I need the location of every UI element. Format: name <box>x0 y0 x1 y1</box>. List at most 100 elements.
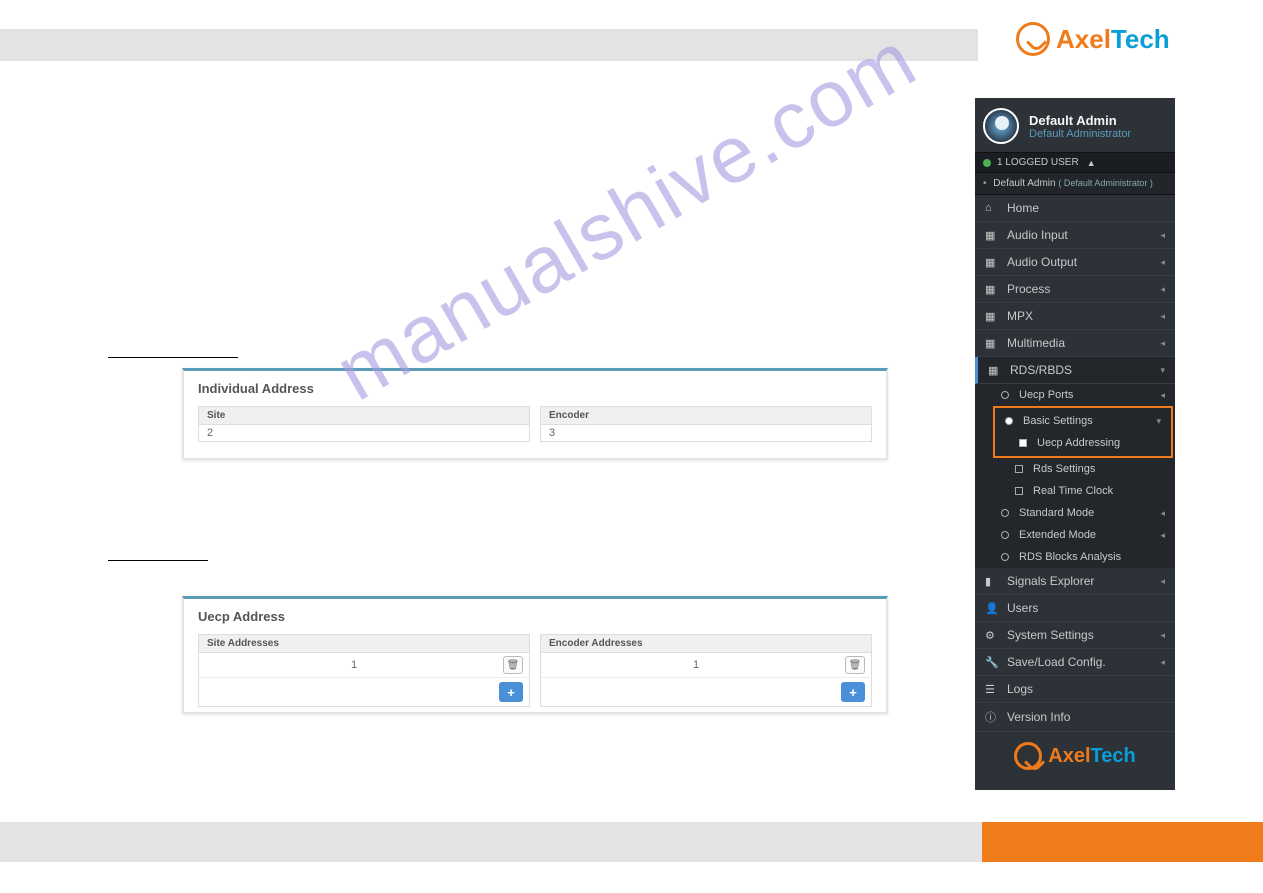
caret-left-icon: ◂ <box>1160 338 1165 349</box>
encoder-address-add-button[interactable]: + <box>841 682 865 702</box>
nav-multimedia[interactable]: ▦Multimedia◂ <box>975 330 1175 357</box>
sidebar-logo-tech: Tech <box>1091 745 1136 768</box>
site-addresses-header: Site Addresses <box>199 635 529 653</box>
caret-left-icon: ◂ <box>1160 311 1165 322</box>
nav-home[interactable]: ⌂Home <box>975 195 1175 222</box>
nav-signals-explorer[interactable]: ▮Signals Explorer◂ <box>975 568 1175 595</box>
section-heading-individual <box>108 357 238 358</box>
caret-down-icon: ▾ <box>1160 365 1165 376</box>
nav-audio-input[interactable]: ▦Audio Input◂ <box>975 222 1175 249</box>
user-box: Default Admin Default Administrator <box>975 98 1175 152</box>
panel2-title: Uecp Address <box>184 599 886 634</box>
nav-rds-blocks[interactable]: RDS Blocks Analysis <box>991 546 1175 568</box>
nav-save-load[interactable]: 🔧Save/Load Config.◂ <box>975 649 1175 676</box>
caret-left-icon: ◂ <box>1160 576 1165 587</box>
nav-real-time-clock[interactable]: Real Time Clock <box>991 480 1175 502</box>
nav-extended-mode[interactable]: Extended Mode◂ <box>991 524 1175 546</box>
panel1-title: Individual Address <box>184 371 886 406</box>
grid-icon: ▦ <box>985 229 999 242</box>
site-label: Site <box>198 406 530 425</box>
encoder-address-delete-button[interactable]: 🗑 <box>845 656 865 674</box>
status-dot-icon <box>983 159 991 167</box>
encoder-address-value: 1 <box>547 659 845 671</box>
logo-text-axel: Axel <box>1056 24 1111 54</box>
caret-down-icon: ▾ <box>1156 416 1161 427</box>
site-field: Site 2 <box>198 406 530 442</box>
nav-uecp-addressing[interactable]: Uecp Addressing <box>995 432 1171 454</box>
list-icon: ☰ <box>985 683 999 696</box>
footer-orange-bar <box>982 822 1263 862</box>
gear-icon: ⚙ <box>985 629 999 642</box>
wrench-icon: 🔧 <box>985 656 999 669</box>
signal-icon: ▮ <box>985 575 999 588</box>
encoder-addresses-col: Encoder Addresses 1 🗑 + <box>540 634 872 707</box>
site-value[interactable]: 2 <box>198 425 530 442</box>
user-role: Default Administrator <box>1029 128 1131 140</box>
square-filled-icon <box>1019 439 1027 447</box>
nav-process[interactable]: ▦Process◂ <box>975 276 1175 303</box>
home-icon: ⌂ <box>985 202 999 214</box>
user-name: Default Admin <box>1029 113 1131 128</box>
sidebar-brand-logo: AxelTech <box>975 732 1175 779</box>
site-address-add-button[interactable]: + <box>499 682 523 702</box>
nav-uecp-ports[interactable]: Uecp Ports◂ <box>991 384 1175 406</box>
logo-swirl-icon <box>1016 22 1050 56</box>
circle-icon <box>1001 509 1009 517</box>
caret-up-icon: ▲ <box>1087 158 1096 168</box>
footer-gray-bar <box>0 822 982 862</box>
encoder-label: Encoder <box>540 406 872 425</box>
caret-left-icon: ◂ <box>1160 508 1165 519</box>
nav-mpx[interactable]: ▦MPX◂ <box>975 303 1175 330</box>
logged-user-detail: • Default Admin ( Default Administrator … <box>975 173 1175 195</box>
info-icon: ⓘ <box>985 709 999 725</box>
brand-logo: AxelTech <box>1016 22 1170 56</box>
encoder-addresses-header: Encoder Addresses <box>541 635 871 653</box>
grid-icon: ▦ <box>988 364 1002 377</box>
site-address-value: 1 <box>205 659 503 671</box>
section-heading-uecp <box>108 560 208 561</box>
caret-left-icon: ◂ <box>1160 390 1165 401</box>
circle-icon <box>1001 531 1009 539</box>
encoder-value[interactable]: 3 <box>540 425 872 442</box>
encoder-field: Encoder 3 <box>540 406 872 442</box>
grid-icon: ▦ <box>985 310 999 323</box>
caret-left-icon: ◂ <box>1160 657 1165 668</box>
logo-swirl-icon <box>1014 742 1042 770</box>
sidebar-logo-axel: Axel <box>1048 745 1090 768</box>
grid-icon: ▦ <box>985 283 999 296</box>
sidebar: Default Admin Default Administrator 1 LO… <box>975 98 1175 790</box>
circle-icon <box>1001 553 1009 561</box>
caret-left-icon: ◂ <box>1160 630 1165 641</box>
avatar-icon <box>983 108 1019 144</box>
watermark-text: manualshive.com <box>321 13 932 419</box>
grid-icon: ▦ <box>985 256 999 269</box>
logged-count: 1 LOGGED USER <box>997 157 1079 168</box>
caret-left-icon: ◂ <box>1160 257 1165 268</box>
nav-logs[interactable]: ☰Logs <box>975 676 1175 703</box>
nav-basic-settings[interactable]: Basic Settings▾ <box>995 410 1171 432</box>
nav-system-settings[interactable]: ⚙System Settings◂ <box>975 622 1175 649</box>
logged-detail-role: Default Administrator <box>1064 178 1148 188</box>
logged-detail-name: Default Admin <box>993 178 1055 189</box>
site-addresses-col: Site Addresses 1 🗑 + <box>198 634 530 707</box>
grid-icon: ▦ <box>985 337 999 350</box>
logged-users-toggle[interactable]: 1 LOGGED USER ▲ <box>975 152 1175 173</box>
nav-standard-mode[interactable]: Standard Mode◂ <box>991 502 1175 524</box>
logo-text-tech: Tech <box>1111 24 1170 54</box>
top-gray-bar <box>0 29 978 61</box>
circle-icon <box>1001 391 1009 399</box>
user-icon: 👤 <box>985 602 999 615</box>
nav-rds-settings[interactable]: Rds Settings <box>991 458 1175 480</box>
circle-filled-icon <box>1005 417 1013 425</box>
caret-left-icon: ◂ <box>1160 230 1165 241</box>
nav-users[interactable]: 👤Users <box>975 595 1175 622</box>
nav-version-info[interactable]: ⓘVersion Info <box>975 703 1175 732</box>
basic-settings-highlight: Basic Settings▾ Uecp Addressing <box>993 406 1173 458</box>
nav-rds[interactable]: ▦RDS/RBDS▾ <box>975 357 1175 384</box>
square-icon <box>1015 465 1023 473</box>
caret-left-icon: ◂ <box>1160 530 1165 541</box>
site-address-delete-button[interactable]: 🗑 <box>503 656 523 674</box>
caret-left-icon: ◂ <box>1160 284 1165 295</box>
nav-audio-output[interactable]: ▦Audio Output◂ <box>975 249 1175 276</box>
square-icon <box>1015 487 1023 495</box>
